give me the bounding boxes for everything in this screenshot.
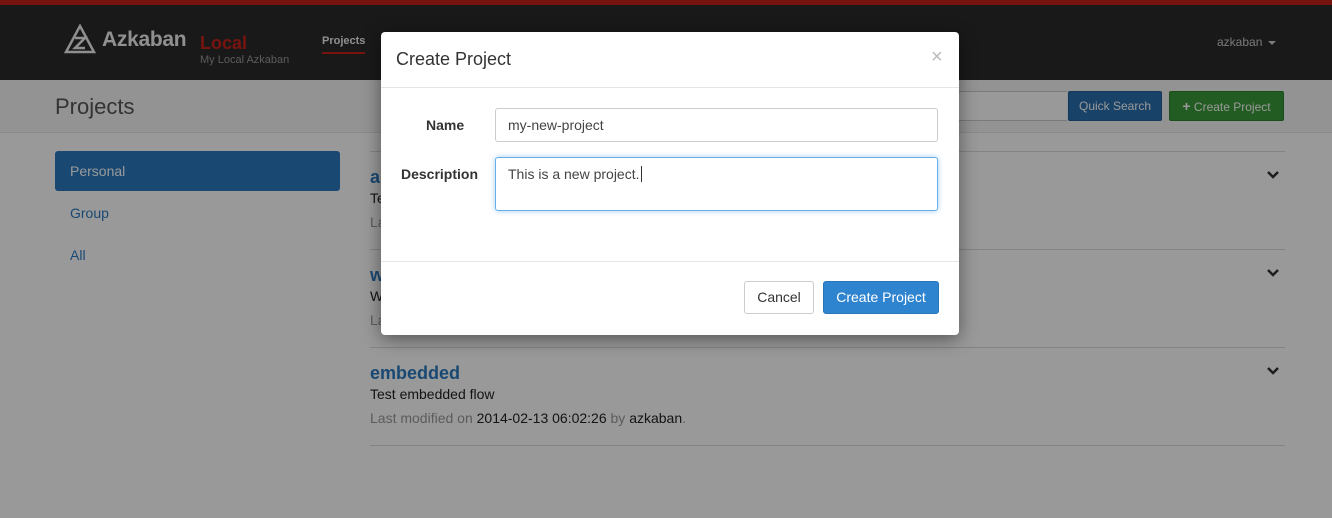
cancel-button[interactable]: Cancel (744, 281, 814, 314)
name-field[interactable]: my-new-project (495, 108, 938, 142)
modal-footer-divider (381, 261, 959, 262)
description-label: Description (401, 166, 479, 182)
text-cursor: ​ (640, 166, 642, 182)
close-icon[interactable]: × (931, 46, 943, 69)
description-text: This is a new project. (508, 166, 640, 182)
name-label: Name (426, 117, 465, 133)
modal-title: Create Project (396, 49, 512, 69)
modal-header-divider (381, 87, 959, 88)
create-project-modal: Create Project × Name my-new-project Des… (381, 32, 959, 335)
create-project-submit-button[interactable]: Create Project (823, 281, 939, 314)
description-field[interactable]: This is a new project.​ (495, 157, 938, 211)
